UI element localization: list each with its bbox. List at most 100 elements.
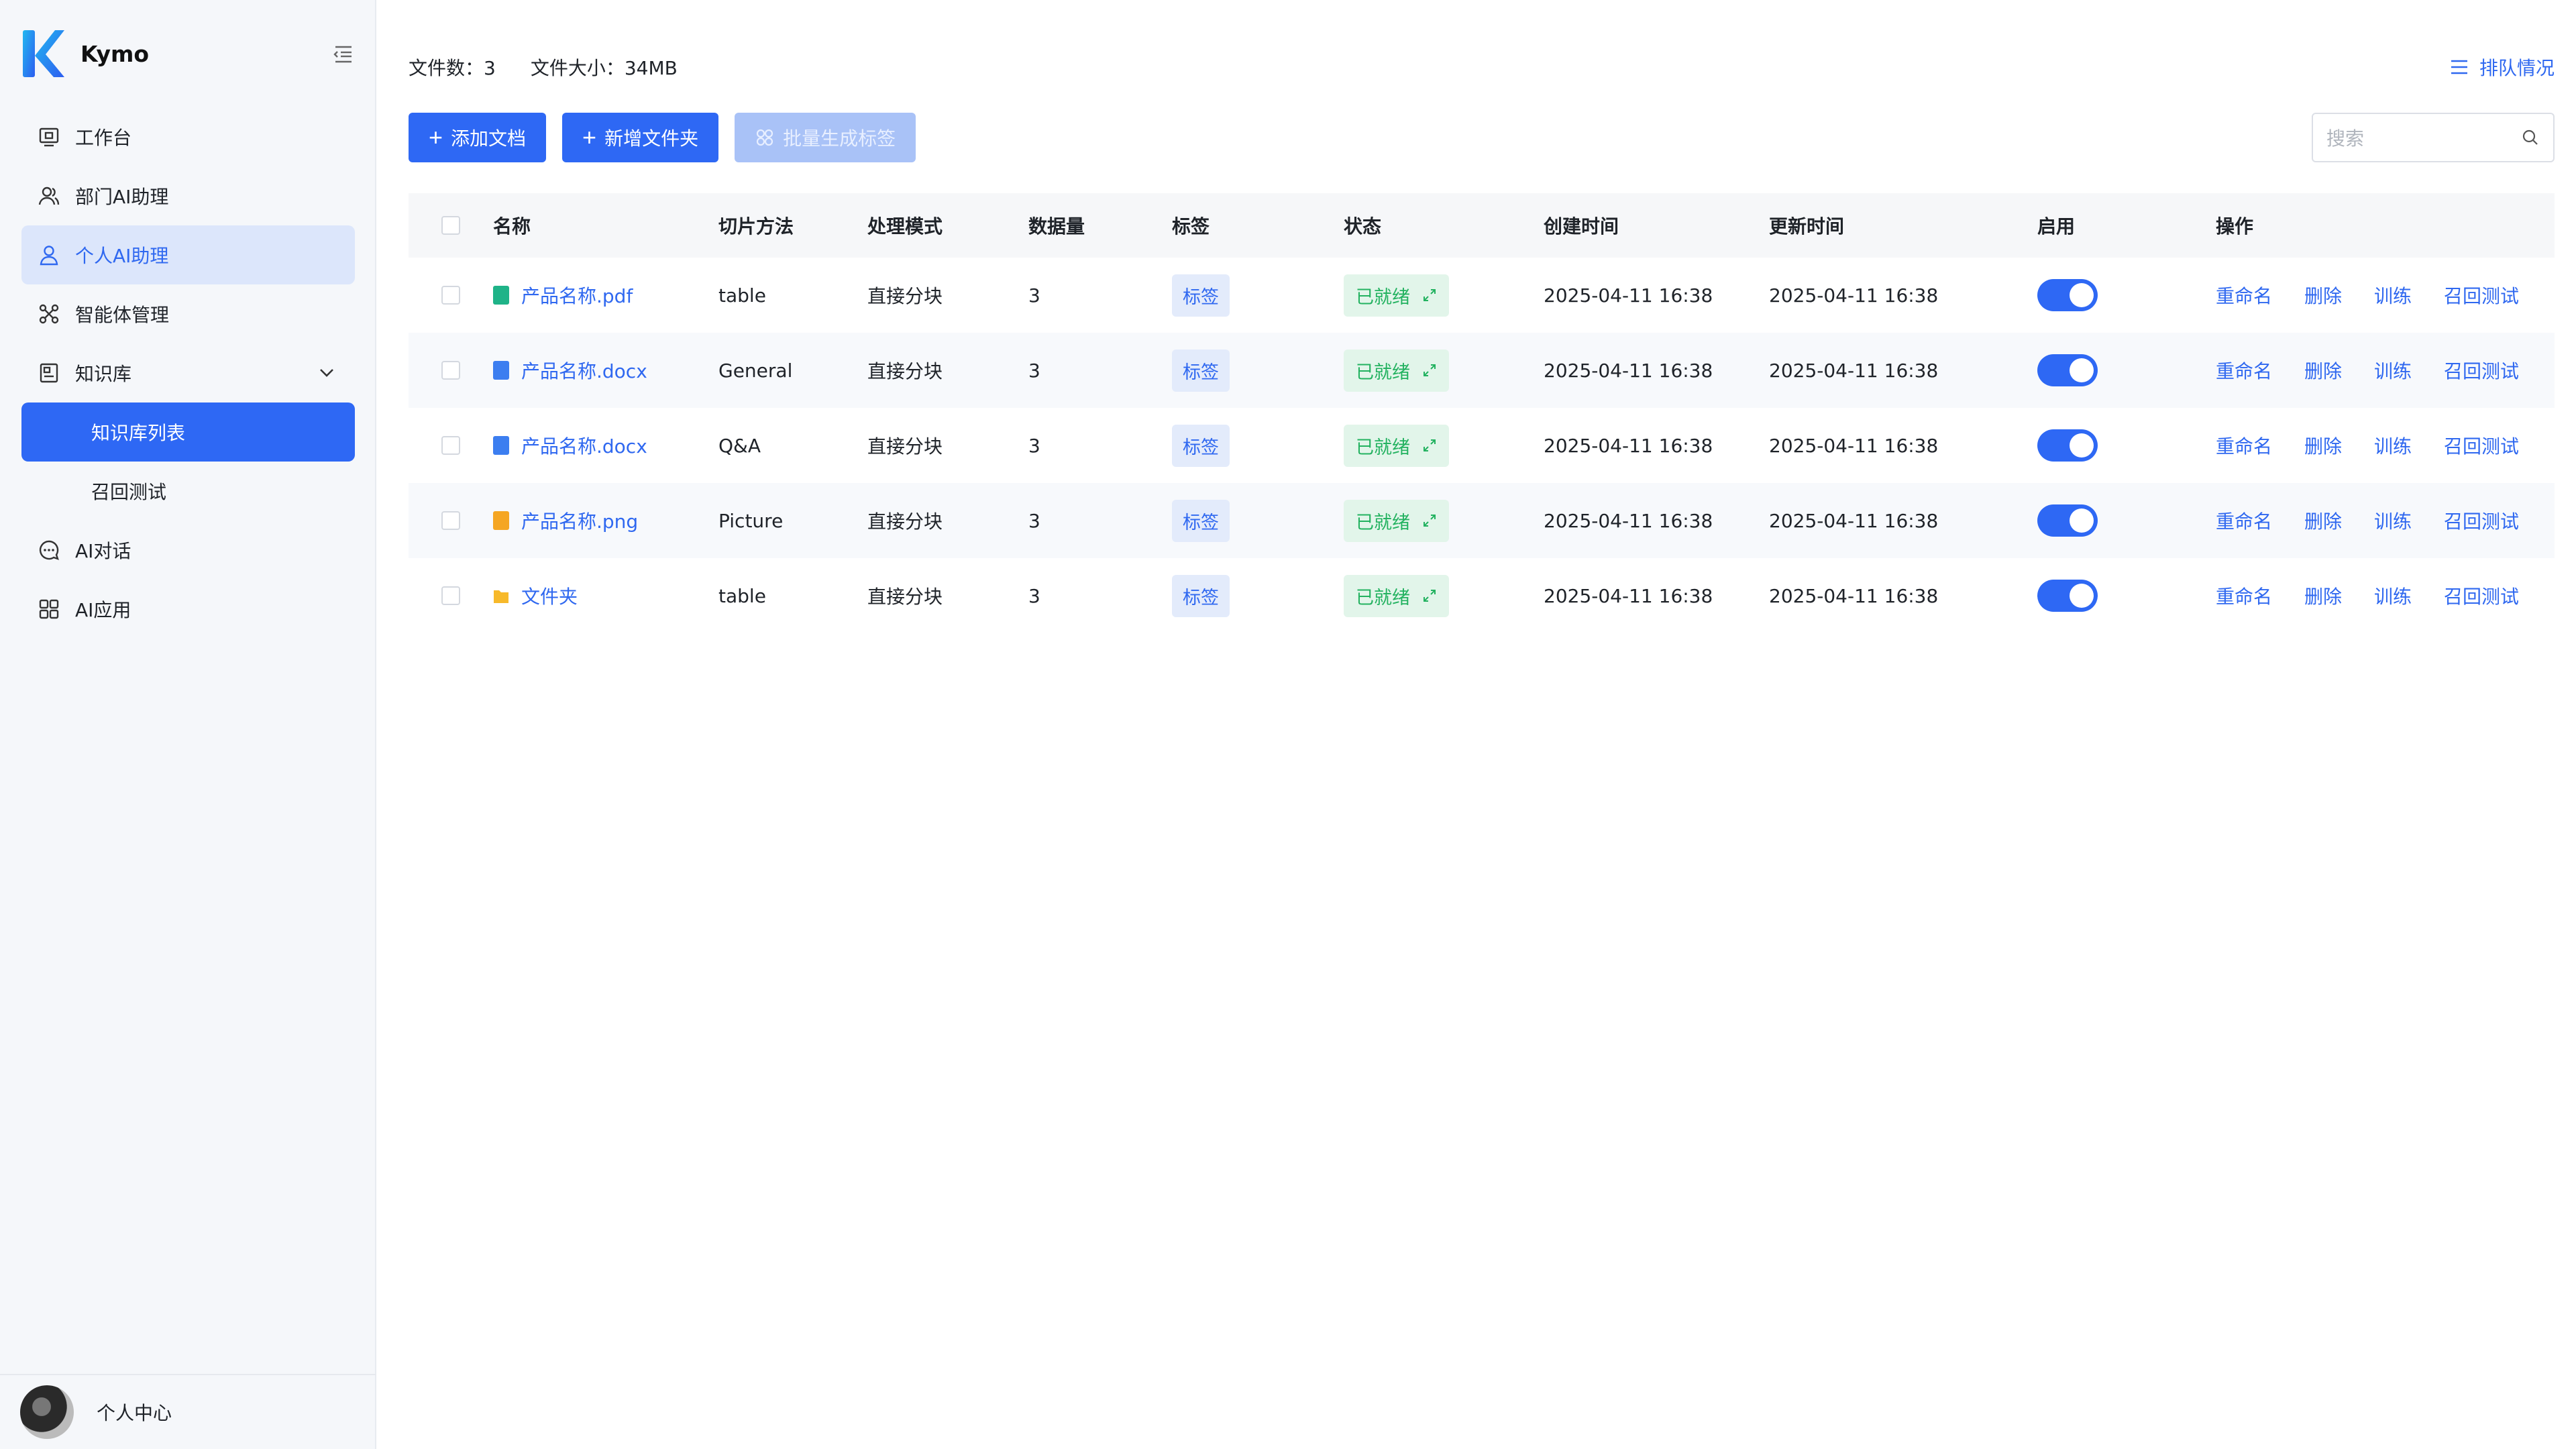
row-checkbox[interactable] xyxy=(441,436,460,455)
tag-badge[interactable]: 标签 xyxy=(1172,499,1230,542)
updated-time: 2025-04-11 16:38 xyxy=(1769,509,1939,532)
table-row[interactable]: 产品名称.pdf table 直接分块 3 标签 已就绪 2025-04-11 16:38 2… xyxy=(409,258,2555,333)
table-row[interactable]: 产品名称.docx General 直接分块 3 标签 已就绪 2025-04-11 16:… xyxy=(409,333,2555,408)
status-label: 已就绪 xyxy=(1356,362,1410,383)
chevron-down-icon[interactable] xyxy=(316,362,337,384)
status-badge: 已就绪 xyxy=(1344,424,1449,467)
rename-button[interactable]: 重命名 xyxy=(2216,357,2272,384)
train-button[interactable]: 训练 xyxy=(2374,582,2412,609)
rename-button[interactable]: 重命名 xyxy=(2216,507,2272,534)
sidebar-item-recall-test[interactable]: 召回测试 xyxy=(21,462,355,521)
nodes-icon xyxy=(39,304,59,324)
chat-icon xyxy=(39,540,59,560)
created-time: 2025-04-11 16:38 xyxy=(1544,434,1713,457)
created-time: 2025-04-11 16:38 xyxy=(1544,359,1713,382)
sidebar-item-dept-ai[interactable]: 部门AI助理 xyxy=(21,166,355,225)
sidebar-item-workbench[interactable]: 工作台 xyxy=(21,107,355,166)
tag-badge[interactable]: 标签 xyxy=(1172,349,1230,392)
sidebar-item-label: AI应用 xyxy=(75,599,131,621)
delete-button[interactable]: 删除 xyxy=(2304,507,2342,534)
row-checkbox[interactable] xyxy=(441,361,460,380)
avatar[interactable] xyxy=(20,1385,74,1439)
profile-center[interactable]: 个人中心 xyxy=(0,1374,376,1449)
rename-button[interactable]: 重命名 xyxy=(2216,582,2272,609)
file-name-link[interactable]: 产品名称.docx xyxy=(521,357,647,384)
sidebar-item-personal-ai[interactable]: 个人AI助理 xyxy=(21,225,355,284)
batch-generate-tags-button[interactable]: 批量生成标签 xyxy=(735,113,916,162)
collapse-sidebar-icon[interactable] xyxy=(330,40,357,67)
tags-icon xyxy=(756,129,773,146)
search-icon[interactable] xyxy=(2521,128,2540,147)
status-label: 已就绪 xyxy=(1356,286,1410,308)
enable-toggle[interactable] xyxy=(2037,504,2098,537)
slice-method: Q&A xyxy=(718,434,761,457)
add-document-button[interactable]: + 添加文档 xyxy=(409,113,547,162)
status-badge: 已就绪 xyxy=(1344,349,1449,392)
train-button[interactable]: 训练 xyxy=(2374,432,2412,459)
recall-test-button[interactable]: 召回测试 xyxy=(2444,357,2519,384)
table-row[interactable]: 产品名称.png Picture 直接分块 3 标签 已就绪 2025-04-11 16:3… xyxy=(409,483,2555,558)
grid-icon xyxy=(39,599,59,619)
file-size: 文件大小：34MB xyxy=(530,57,678,79)
sidebar-item-ai-apps[interactable]: AI应用 xyxy=(21,580,355,639)
file-name-link[interactable]: 产品名称.docx xyxy=(521,432,647,459)
delete-button[interactable]: 删除 xyxy=(2304,357,2342,384)
enable-toggle[interactable] xyxy=(2037,279,2098,311)
list-icon xyxy=(2451,60,2467,74)
add-document-label: 添加文档 xyxy=(451,128,527,149)
slice-method: Picture xyxy=(718,509,784,532)
select-all-checkbox[interactable] xyxy=(441,216,460,235)
delete-button[interactable]: 删除 xyxy=(2304,432,2342,459)
file-name-link[interactable]: 文件夹 xyxy=(521,582,578,609)
tag-badge[interactable]: 标签 xyxy=(1172,424,1230,467)
row-checkbox[interactable] xyxy=(441,286,460,305)
search-input[interactable]: 搜索 xyxy=(2312,113,2555,162)
png-file-icon xyxy=(493,511,509,530)
train-button[interactable]: 训练 xyxy=(2374,282,2412,309)
tag-badge[interactable]: 标签 xyxy=(1172,574,1230,617)
rename-button[interactable]: 重命名 xyxy=(2216,282,2272,309)
file-name-link[interactable]: 产品名称.png xyxy=(521,507,638,534)
expand-icon[interactable] xyxy=(1422,513,1437,528)
sidebar-item-kb-list[interactable]: 知识库列表 xyxy=(21,402,355,462)
new-folder-button[interactable]: + 新增文件夹 xyxy=(562,113,719,162)
expand-icon[interactable] xyxy=(1422,438,1437,453)
recall-test-button[interactable]: 召回测试 xyxy=(2444,582,2519,609)
status-label: 已就绪 xyxy=(1356,512,1410,533)
tag-badge[interactable]: 标签 xyxy=(1172,274,1230,317)
file-name-link[interactable]: 产品名称.pdf xyxy=(521,282,633,309)
recall-test-button[interactable]: 召回测试 xyxy=(2444,507,2519,534)
col-header-tag: 标签 xyxy=(1172,215,1210,237)
data-count: 3 xyxy=(1028,284,1040,307)
updated-time: 2025-04-11 16:38 xyxy=(1769,584,1939,607)
sidebar-item-agent-mgmt[interactable]: 智能体管理 xyxy=(21,284,355,343)
status-label: 已就绪 xyxy=(1356,587,1410,608)
sidebar-item-label: 知识库 xyxy=(75,363,132,385)
sidebar-item-ai-chat[interactable]: AI对话 xyxy=(21,521,355,580)
col-header-updated: 更新时间 xyxy=(1769,215,1845,237)
rename-button[interactable]: 重命名 xyxy=(2216,432,2272,459)
table-row[interactable]: 文件夹 table 直接分块 3 标签 已就绪 2025-04-11 16:38 2025-0… xyxy=(409,558,2555,633)
enable-toggle[interactable] xyxy=(2037,429,2098,462)
row-checkbox[interactable] xyxy=(441,586,460,605)
recall-test-button[interactable]: 召回测试 xyxy=(2444,432,2519,459)
delete-button[interactable]: 删除 xyxy=(2304,282,2342,309)
enable-toggle[interactable] xyxy=(2037,580,2098,612)
train-button[interactable]: 训练 xyxy=(2374,357,2412,384)
expand-icon[interactable] xyxy=(1422,288,1437,303)
expand-icon[interactable] xyxy=(1422,588,1437,603)
train-button[interactable]: 训练 xyxy=(2374,507,2412,534)
expand-icon[interactable] xyxy=(1422,363,1437,378)
col-header-count: 数据量 xyxy=(1028,215,1085,237)
recall-test-button[interactable]: 召回测试 xyxy=(2444,282,2519,309)
delete-button[interactable]: 删除 xyxy=(2304,582,2342,609)
enable-toggle[interactable] xyxy=(2037,354,2098,386)
table-row[interactable]: 产品名称.docx Q&A 直接分块 3 标签 已就绪 2025-04-11 16:38 20… xyxy=(409,408,2555,483)
sidebar-item-knowledge-base[interactable]: 知识库 xyxy=(21,343,355,402)
process-mode: 直接分块 xyxy=(867,511,943,533)
data-count: 3 xyxy=(1028,434,1040,457)
col-header-name: 名称 xyxy=(493,215,531,237)
sidebar-item-label: AI对话 xyxy=(75,540,131,562)
queue-status-link[interactable]: 排队情况 xyxy=(2449,54,2555,80)
row-checkbox[interactable] xyxy=(441,511,460,530)
